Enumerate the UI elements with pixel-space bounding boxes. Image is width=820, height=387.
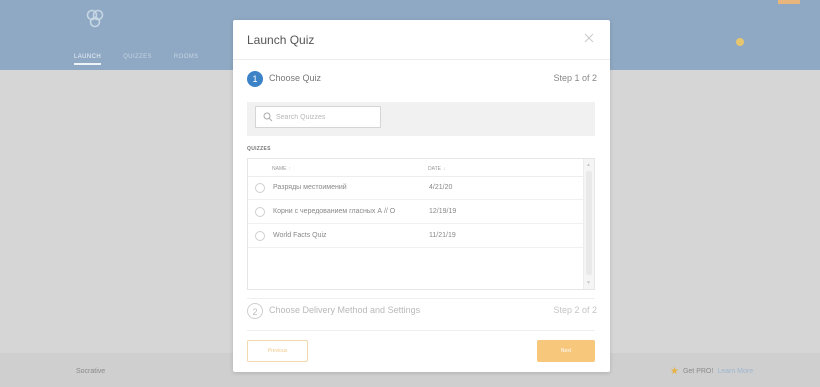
- search-icon: [263, 112, 273, 122]
- step-counter: Step 2 of 2: [553, 305, 597, 315]
- step-choose-quiz: 1 Choose Quiz Step 1 of 2: [247, 70, 597, 90]
- modal-header: Launch Quiz: [233, 20, 610, 60]
- next-button[interactable]: Next: [537, 340, 595, 362]
- quiz-name: Разряды местоимений: [273, 184, 347, 191]
- quiz-date: 12/19/19: [429, 208, 457, 215]
- star-icon: ★: [670, 366, 679, 377]
- step-counter: Step 1 of 2: [553, 73, 597, 83]
- sort-down-icon: ↓: [442, 166, 446, 172]
- close-icon[interactable]: [582, 31, 596, 45]
- step-delivery-method: 2 Choose Delivery Method and Settings St…: [247, 302, 597, 322]
- scroll-up-icon[interactable]: ▲: [586, 162, 591, 168]
- previous-button[interactable]: Previous: [247, 340, 308, 362]
- quiz-name: Корни с чередованием гласных А // О: [273, 208, 396, 215]
- corner-accent: [778, 0, 800, 4]
- footer-brand: Socrative: [76, 368, 106, 375]
- sort-up-icon: ↑: [288, 166, 291, 172]
- step-number: 2: [247, 303, 263, 319]
- quiz-date: 4/21/20: [429, 184, 453, 191]
- quiz-date: 11/21/19: [429, 232, 456, 239]
- step-label: Choose Delivery Method and Settings: [269, 305, 421, 315]
- row-radio-button[interactable]: [255, 183, 265, 193]
- footer-divider: [247, 330, 595, 331]
- tab-quizzes[interactable]: QUIZZES: [123, 54, 152, 65]
- scroll-down-icon[interactable]: ▼: [586, 280, 591, 286]
- get-pro-promo[interactable]: ★ Get PRO! Learn More: [670, 366, 753, 377]
- step-label: Choose Quiz: [269, 73, 322, 83]
- app-tabs: LAUNCH QUIZZES ROOMS: [74, 54, 199, 65]
- step-number: 1: [247, 71, 263, 87]
- column-name-header[interactable]: NAME ↑: [272, 166, 291, 172]
- get-pro-label[interactable]: Get PRO!: [683, 368, 713, 375]
- table-row[interactable]: Корни с чередованием гласных А // О 12/1…: [248, 201, 584, 224]
- launch-quiz-modal: Launch Quiz 1 Choose Quiz Step 1 of 2 QU…: [233, 20, 610, 372]
- scroll-thumb[interactable]: [586, 171, 592, 275]
- rooms-indicator[interactable]: [736, 38, 744, 46]
- learn-more-link[interactable]: Learn More: [717, 368, 753, 375]
- table-row[interactable]: Разряды местоимений 4/21/20: [248, 177, 584, 200]
- column-date-header[interactable]: DATE ↓: [428, 166, 445, 172]
- modal-title: Launch Quiz: [247, 33, 315, 47]
- row-radio-button[interactable]: [255, 231, 265, 241]
- search-input[interactable]: [276, 109, 376, 125]
- step-divider: [247, 298, 595, 299]
- row-radio-button[interactable]: [255, 207, 265, 217]
- table-row[interactable]: World Facts Quiz 11/21/19: [248, 225, 584, 248]
- quiz-name: World Facts Quiz: [273, 232, 327, 239]
- search-box[interactable]: [255, 106, 381, 128]
- search-panel: [247, 102, 595, 136]
- socrative-logo-icon: [86, 9, 104, 28]
- quiz-table: NAME ↑ DATE ↓ Разряды местоимений 4/21/20 …: [247, 158, 595, 290]
- tab-launch[interactable]: LAUNCH: [74, 54, 102, 65]
- tab-rooms[interactable]: ROOMS: [174, 54, 199, 65]
- quizzes-section-label: QUIZZES: [247, 146, 271, 152]
- table-header: NAME ↑ DATE ↓: [248, 159, 584, 177]
- table-scrollbar[interactable]: ▲ ▼: [583, 159, 594, 289]
